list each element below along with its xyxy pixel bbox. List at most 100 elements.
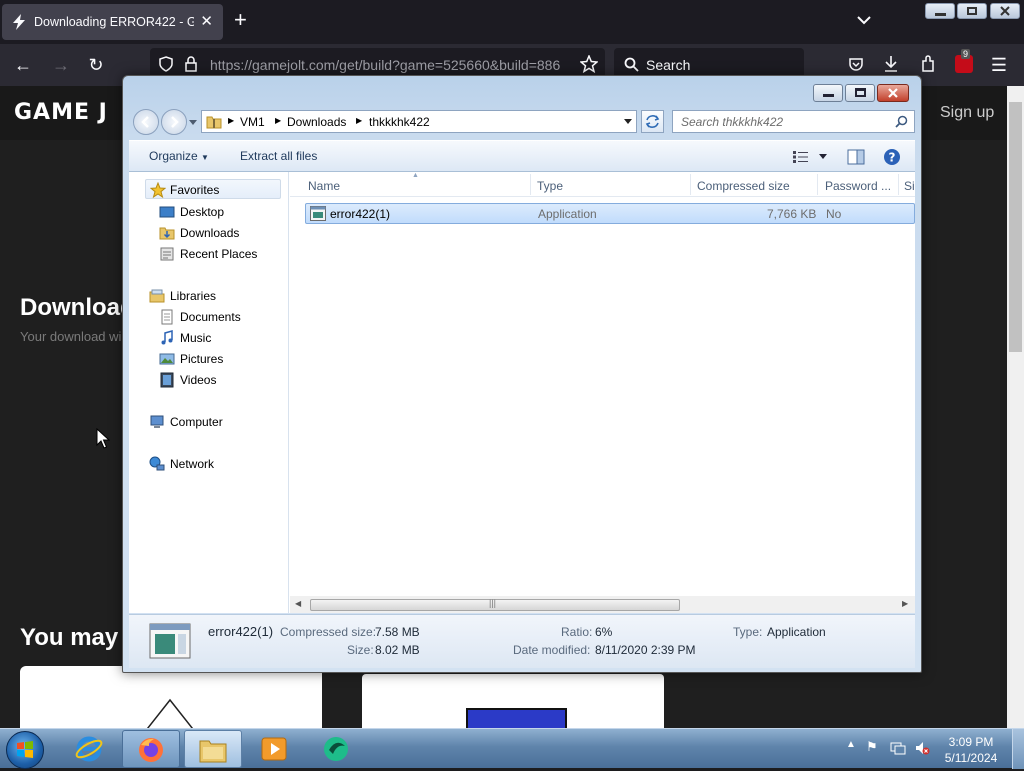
breadcrumb-downloads[interactable]: Downloads bbox=[287, 115, 346, 129]
minimize-browser-button[interactable] bbox=[925, 3, 955, 19]
gamejolt-logo[interactable]: GAME J bbox=[14, 100, 108, 125]
minimize-window-button[interactable] bbox=[813, 84, 843, 102]
horizontal-scrollbar[interactable]: ◀ ||| ▶ bbox=[290, 596, 915, 613]
star-icon bbox=[150, 182, 166, 198]
download-icon[interactable] bbox=[883, 55, 899, 73]
address-bar[interactable]: ▶ VM1 ▶ Downloads ▶ thkkkhk422 bbox=[201, 110, 637, 133]
search-label: Search bbox=[646, 57, 691, 73]
shield-icon[interactable] bbox=[158, 56, 174, 72]
view-dropdown-icon[interactable] bbox=[819, 154, 827, 160]
recent-pages-dropdown-icon[interactable] bbox=[189, 120, 197, 126]
file-type: Application bbox=[538, 207, 597, 221]
svg-text:?: ? bbox=[889, 151, 896, 165]
start-button[interactable] bbox=[6, 731, 44, 769]
preview-pane-icon[interactable] bbox=[847, 149, 865, 165]
downloads-folder-icon bbox=[159, 227, 175, 240]
address-dropdown-icon[interactable] bbox=[624, 119, 632, 125]
explorer-taskbar-button[interactable] bbox=[184, 730, 242, 768]
details-type-label: Type: bbox=[733, 625, 763, 639]
media-player-taskbar-button[interactable] bbox=[246, 730, 304, 768]
explorer-content: Favorites Desktop Downloads Recent Place… bbox=[129, 172, 915, 613]
volume-muted-icon[interactable] bbox=[914, 740, 930, 756]
refresh-button[interactable] bbox=[641, 110, 664, 133]
breadcrumb-arrow-icon[interactable]: ▶ bbox=[275, 116, 281, 125]
nav-favorites[interactable]: Favorites bbox=[145, 179, 281, 199]
details-size-label: Size: bbox=[347, 643, 374, 657]
column-type[interactable]: Type bbox=[537, 179, 563, 193]
details-compressed-value: 7.58 MB bbox=[375, 625, 420, 639]
ublock-icon[interactable]: 9 bbox=[955, 49, 973, 73]
clock[interactable]: 3:09 PM 5/11/2024 bbox=[940, 734, 1002, 766]
close-window-button[interactable] bbox=[877, 84, 909, 102]
show-desktop-button[interactable] bbox=[1012, 729, 1024, 769]
file-row[interactable]: error422(1) Application 7,766 KB No bbox=[305, 203, 915, 224]
maximize-window-button[interactable] bbox=[845, 84, 875, 102]
reload-icon[interactable]: ↻ bbox=[85, 54, 107, 76]
details-file-name: error422(1) bbox=[208, 624, 274, 639]
game-card[interactable] bbox=[20, 666, 322, 728]
breadcrumb-arrow-icon[interactable]: ▶ bbox=[228, 116, 234, 125]
help-icon[interactable]: ? bbox=[883, 148, 901, 166]
documents-icon bbox=[161, 309, 173, 325]
back-arrow-icon[interactable]: ← bbox=[12, 54, 34, 76]
column-divider[interactable] bbox=[817, 174, 818, 195]
application-large-icon bbox=[149, 623, 191, 659]
desktop-icon bbox=[159, 206, 175, 218]
extensions-icon[interactable] bbox=[920, 55, 936, 73]
nav-label: Music bbox=[180, 331, 212, 345]
close-tab-icon[interactable]: ✕ bbox=[200, 12, 213, 30]
network-status-icon[interactable] bbox=[890, 740, 906, 756]
nav-label: Computer bbox=[170, 415, 223, 429]
chevron-down-icon[interactable] bbox=[856, 12, 872, 28]
grip-icon: ||| bbox=[489, 598, 497, 608]
breadcrumb-arrow-icon[interactable]: ▶ bbox=[356, 116, 362, 125]
search-icon[interactable] bbox=[895, 115, 908, 128]
show-hidden-icons-icon[interactable]: ▲ bbox=[846, 739, 856, 750]
restore-browser-button[interactable] bbox=[957, 3, 987, 19]
url-text[interactable]: https://gamejolt.com/get/build?game=5256… bbox=[210, 57, 570, 73]
forward-button[interactable] bbox=[161, 109, 187, 135]
browser-tab-bar: Downloading ERROR422 - GameJolt ✕ + bbox=[0, 0, 1024, 44]
back-button[interactable] bbox=[133, 109, 159, 135]
organize-button[interactable]: Organize ▼ bbox=[149, 149, 209, 163]
page-scrollbar[interactable] bbox=[1007, 86, 1024, 728]
details-pane: error422(1) Compressed size: 7.58 MB Siz… bbox=[129, 614, 915, 668]
scroll-right-icon[interactable]: ▶ bbox=[902, 599, 908, 608]
nav-label: Favorites bbox=[170, 183, 220, 197]
action-center-flag-icon[interactable]: ⚑ bbox=[866, 739, 878, 755]
signup-link[interactable]: Sign up bbox=[940, 104, 994, 122]
column-divider[interactable] bbox=[690, 174, 691, 195]
close-browser-button[interactable] bbox=[990, 3, 1020, 19]
scrollbar-thumb[interactable] bbox=[1009, 102, 1022, 352]
column-size[interactable]: Si bbox=[904, 179, 915, 193]
firefox-taskbar-button[interactable] bbox=[122, 730, 180, 768]
nav-label: Libraries bbox=[170, 289, 217, 303]
breadcrumb-thkkkhk422[interactable]: thkkkhk422 bbox=[369, 115, 430, 129]
column-name[interactable]: Name bbox=[308, 179, 340, 193]
gamejolt-favicon-icon bbox=[13, 14, 25, 30]
horizontal-scrollbar-thumb[interactable]: ||| bbox=[310, 598, 680, 611]
column-password[interactable]: Password ... bbox=[825, 179, 891, 193]
app-taskbar-button[interactable] bbox=[308, 730, 366, 768]
column-divider[interactable] bbox=[898, 174, 899, 195]
forward-arrow-icon[interactable]: → bbox=[50, 54, 72, 76]
extract-all-button[interactable]: Extract all files bbox=[240, 149, 317, 163]
column-divider[interactable] bbox=[530, 174, 531, 195]
view-options-icon[interactable] bbox=[793, 151, 809, 163]
menu-icon[interactable]: ☰ bbox=[988, 54, 1010, 76]
explorer-search-input[interactable]: Search thkkkhk422 bbox=[672, 110, 915, 133]
scroll-left-icon[interactable]: ◀ bbox=[295, 599, 301, 608]
internet-explorer-taskbar-button[interactable] bbox=[60, 730, 118, 768]
computer-icon bbox=[150, 415, 164, 428]
new-tab-button[interactable]: + bbox=[234, 8, 247, 32]
game-card[interactable] bbox=[362, 674, 664, 728]
lock-icon[interactable] bbox=[184, 56, 198, 72]
column-compressed-size[interactable]: Compressed size bbox=[697, 179, 790, 193]
pocket-icon[interactable] bbox=[848, 56, 864, 72]
recent-places-icon bbox=[160, 247, 174, 261]
breadcrumb-vm1[interactable]: VM1 bbox=[240, 115, 265, 129]
search-icon bbox=[624, 57, 639, 72]
browser-tab[interactable]: Downloading ERROR422 - GameJolt ✕ bbox=[2, 4, 223, 40]
windows-logo-icon bbox=[17, 741, 33, 758]
bookmark-star-icon[interactable] bbox=[580, 55, 598, 73]
